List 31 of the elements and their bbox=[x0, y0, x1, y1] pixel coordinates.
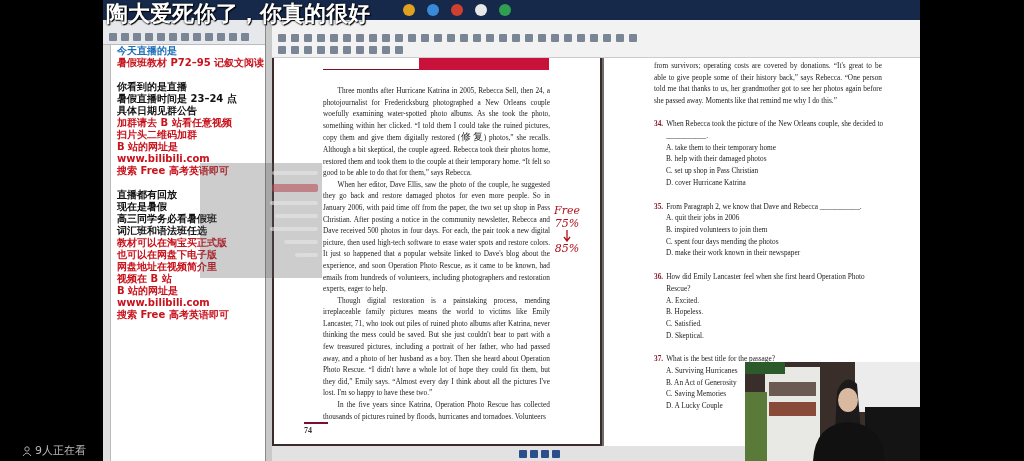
note-line: 具体日期见群公告 bbox=[117, 105, 198, 117]
note-line: 视频在 B 站 bbox=[117, 273, 173, 285]
note-line: 搜索 Free 高考英语即可 bbox=[117, 309, 230, 321]
handwritten-note: Free bbox=[554, 204, 580, 217]
note-line: 网盘地址在视频简介里 bbox=[117, 261, 218, 273]
bullet-comment: 陶大爱死你了，你真的很好 bbox=[106, 1, 370, 27]
note-line: www.bilibili.com bbox=[117, 153, 211, 165]
note-line: 现在是暑假 bbox=[117, 201, 168, 213]
note-line: 也可以在网盘下电子版 bbox=[117, 249, 218, 261]
note-line: 词汇班和语法班任选 bbox=[117, 225, 208, 237]
note-line: 暑假班教材 P72–95 记叙文阅读 bbox=[117, 57, 265, 69]
note-line: www.bilibili.com bbox=[117, 297, 211, 309]
note-line: 高三同学务必看暑假班 bbox=[117, 213, 218, 225]
note-line: 直播都有回放 bbox=[117, 189, 178, 201]
app-icon[interactable] bbox=[475, 4, 487, 16]
page-number: 74 bbox=[304, 422, 328, 436]
app-icon[interactable] bbox=[403, 4, 415, 16]
note-line: 你看到的是直播 bbox=[117, 81, 188, 93]
arrow-icon bbox=[562, 230, 571, 242]
note-line: 今天直播的是 bbox=[117, 45, 178, 57]
note-line: 加群请去 B 站看任意视频 bbox=[117, 117, 233, 129]
note-line: 教材可以在淘宝买正式版 bbox=[117, 237, 228, 249]
note-line: B 站的网址是 bbox=[117, 141, 180, 153]
handwritten-note: 75% bbox=[554, 217, 580, 230]
note-line: 扫片头二维码加群 bbox=[117, 129, 198, 141]
handwritten-note: 85% bbox=[554, 242, 580, 255]
person-icon bbox=[22, 445, 32, 456]
viewer-count: 9人正在看 bbox=[35, 443, 86, 458]
note-line: 搜索 Free 高考英语即可 bbox=[117, 165, 230, 177]
note-line: B 站的网址是 bbox=[117, 285, 180, 297]
note-line: 暑假直播时间是 23–24 点 bbox=[117, 93, 238, 105]
